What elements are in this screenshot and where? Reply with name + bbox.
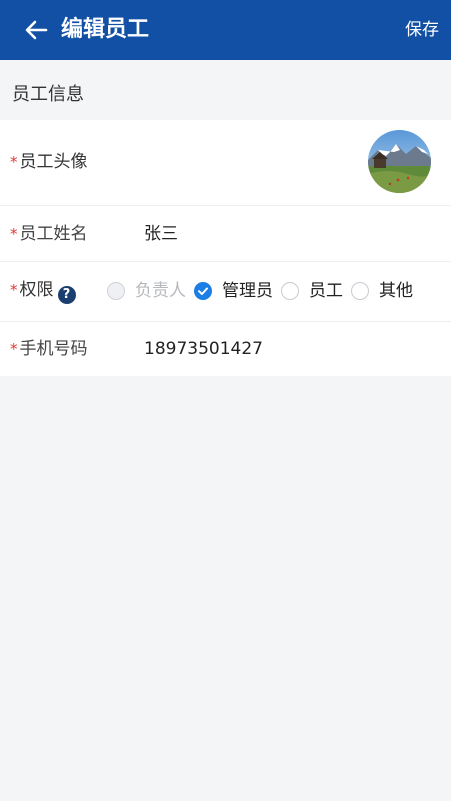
section-title: 员工信息 (12, 84, 84, 105)
employee-form: * 员工头像 * 员工姓名 张三 * 权限 ? 负责人 管理员 员工 其他 * … (0, 120, 451, 376)
arrow-left-icon (25, 20, 48, 40)
phone-label-text: 手机号码 (19, 339, 88, 359)
back-button[interactable] (22, 16, 50, 44)
check-icon (198, 287, 208, 295)
name-field[interactable]: 张三 (144, 222, 178, 246)
required-mark: * (10, 281, 18, 299)
radio-option-label: 负责人 (135, 281, 186, 301)
page-title: 编辑员工 (61, 17, 150, 42)
avatar-image (368, 130, 431, 193)
radio-disabled-icon (107, 282, 125, 300)
required-mark: * (10, 153, 18, 171)
required-mark: * (10, 225, 18, 243)
radio-option-label: 管理员 (222, 281, 273, 301)
help-icon[interactable]: ? (57, 286, 76, 304)
phone-row: * 手机号码 18973501427 (0, 322, 451, 376)
avatar[interactable] (368, 130, 431, 193)
radio-option-label: 其他 (379, 281, 413, 301)
phone-field[interactable]: 18973501427 (144, 337, 263, 361)
permission-radio-group: 负责人 管理员 员工 其他 (107, 280, 421, 302)
name-label: * 员工姓名 (10, 222, 88, 246)
required-mark: * (10, 340, 18, 358)
radio-option-label: 员工 (309, 281, 343, 301)
radio-option-other[interactable]: 其他 (351, 280, 413, 302)
radio-unchecked-icon[interactable] (351, 282, 369, 300)
avatar-label: * 员工头像 (10, 150, 88, 174)
permission-label-text: 权限 (19, 280, 54, 300)
name-label-text: 员工姓名 (19, 224, 88, 244)
avatar-row: * 员工头像 (0, 120, 451, 206)
radio-checked-icon[interactable] (194, 282, 212, 300)
radio-option-employee[interactable]: 员工 (281, 280, 343, 302)
save-button[interactable]: 保存 (405, 18, 439, 42)
name-row: * 员工姓名 张三 (0, 206, 451, 262)
radio-option-owner: 负责人 (107, 280, 186, 302)
app-header: 编辑员工 保存 (0, 0, 451, 60)
phone-label: * 手机号码 (10, 337, 88, 361)
radio-unchecked-icon[interactable] (281, 282, 299, 300)
radio-option-admin[interactable]: 管理员 (194, 280, 273, 302)
avatar-label-text: 员工头像 (19, 152, 88, 172)
permission-label: * 权限? (10, 278, 76, 304)
permission-row: * 权限? 负责人 管理员 员工 其他 (0, 262, 451, 322)
